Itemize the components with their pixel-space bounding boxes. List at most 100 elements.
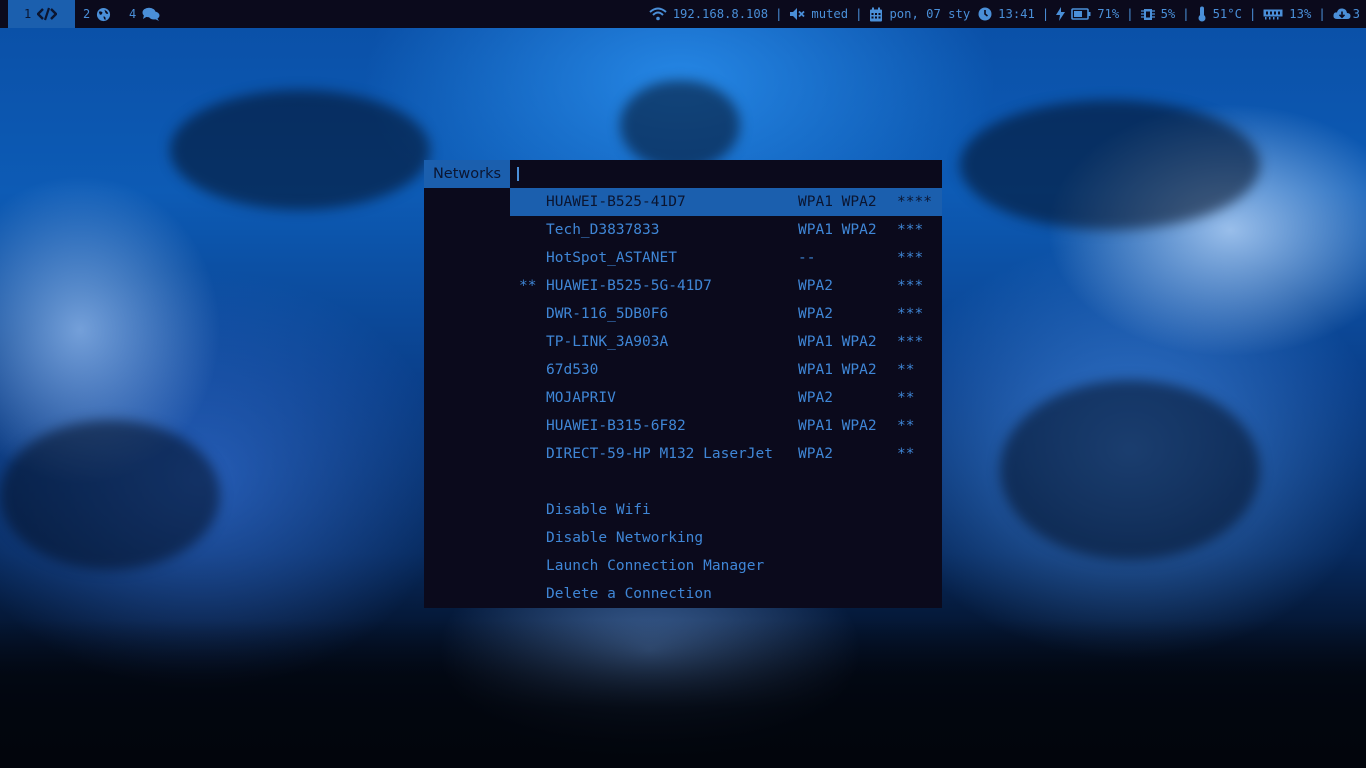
menu-prompt: Networks [424, 160, 510, 188]
network-ssid: HUAWEI-B315-6F82 [546, 418, 686, 434]
clock-icon [978, 7, 992, 21]
network-security: WPA2 [798, 390, 833, 406]
network-ssid: DIRECT-59-HP M132 LaserJet [546, 446, 773, 462]
network-security: WPA2 [798, 446, 833, 462]
temperature-value: 51°C [1212, 7, 1242, 21]
network-signal: ** [897, 362, 915, 378]
action-entry[interactable]: Delete a Connection [510, 580, 942, 608]
memory-icon [1263, 8, 1283, 20]
cpu-icon [1140, 7, 1155, 22]
memory-module[interactable]: 13% [1263, 0, 1311, 28]
menu-search-input[interactable] [510, 160, 936, 188]
network-security: WPA2 [798, 306, 833, 322]
ip-address: 192.168.8.108 [672, 7, 769, 21]
network-ssid: HotSpot_ASTANET [546, 250, 677, 266]
network-signal: ** [897, 446, 915, 462]
time-module[interactable]: 13:41 [978, 0, 1035, 28]
network-ssid: 67d530 [546, 362, 599, 378]
updates-count: 3 [1352, 7, 1360, 21]
cpu-usage: 5% [1160, 7, 1176, 21]
network-entry[interactable]: HUAWEI-B525-41D7 WPA1 WPA2 **** [510, 188, 942, 216]
separator: | [1041, 7, 1050, 21]
status-modules: 192.168.8.108 | muted | pon, 07 sty 13:4… [649, 0, 1366, 28]
workspace-number: 1 [24, 7, 32, 21]
cloud-download-icon [1333, 7, 1351, 21]
network-signal: *** [897, 250, 924, 266]
thermometer-icon [1197, 6, 1207, 22]
network-signal: **** [897, 194, 932, 210]
network-entry[interactable]: MOJAPRIV WPA2 ** [510, 384, 942, 412]
date-text: pon, 07 sty [889, 7, 971, 21]
network-signal: *** [897, 222, 924, 238]
network-entry[interactable]: DIRECT-59-HP M132 LaserJet WPA2 ** [510, 440, 942, 468]
network-ssid: HUAWEI-B525-41D7 [546, 194, 686, 210]
network-menu: Networks HUAWEI-B525-41D7 WPA1 WPA2 **** Te… [424, 160, 942, 608]
code-icon [37, 7, 58, 21]
network-entry[interactable]: Tech_D3837833 WPA1 WPA2 *** [510, 216, 942, 244]
network-signal: ** [897, 418, 915, 434]
battery-level: 71% [1097, 7, 1120, 21]
wifi-icon [649, 7, 667, 21]
top-bar: 1 2 4 192.168.8.108 | muted | pon, 07 st… [0, 0, 1366, 28]
action-entry[interactable]: Disable Networking [510, 524, 942, 552]
action-entry[interactable]: Disable Wifi [510, 496, 942, 524]
bolt-icon [1056, 7, 1066, 21]
calendar-icon [869, 7, 883, 22]
volume-muted-icon [789, 7, 806, 21]
updates-module[interactable]: 3 [1333, 0, 1360, 28]
network-security: WPA1 WPA2 [798, 194, 877, 210]
separator: | [1182, 7, 1190, 21]
network-ssid: MOJAPRIV [546, 390, 616, 406]
separator: | [1318, 7, 1326, 21]
battery-icon [1071, 8, 1091, 20]
workspace-2-button[interactable]: 2 [83, 0, 111, 28]
network-entry[interactable]: HUAWEI-B315-6F82 WPA1 WPA2 ** [510, 412, 942, 440]
network-ssid: DWR-116_5DB0F6 [546, 306, 669, 322]
network-module[interactable]: 192.168.8.108 [649, 0, 768, 28]
workspace-4-button[interactable]: 4 [129, 0, 160, 28]
network-entry[interactable]: ** HUAWEI-B525-5G-41D7 WPA2 *** [510, 272, 942, 300]
network-entry[interactable]: HotSpot_ASTANET -- *** [510, 244, 942, 272]
separator: | [855, 7, 863, 21]
date-module[interactable]: pon, 07 sty [869, 0, 970, 28]
time-text: 13:41 [998, 7, 1035, 21]
separator: | [1248, 7, 1257, 21]
network-ssid: HUAWEI-B525-5G-41D7 [546, 278, 712, 294]
network-active-mark: ** [519, 278, 537, 294]
cpu-module[interactable]: 5% [1140, 0, 1176, 28]
memory-usage: 13% [1289, 7, 1312, 21]
network-signal: ** [897, 390, 915, 406]
network-entry[interactable]: 67d530 WPA1 WPA2 ** [510, 356, 942, 384]
action-label: Disable Networking [546, 530, 704, 546]
volume-status: muted [811, 7, 849, 21]
menu-entries: HUAWEI-B525-41D7 WPA1 WPA2 **** Tech_D38378… [510, 188, 942, 608]
network-signal: *** [897, 334, 924, 350]
network-security: WPA1 WPA2 [798, 334, 877, 350]
workspace-1-button[interactable]: 1 [8, 0, 75, 28]
menu-prompt-row: Networks [424, 160, 942, 188]
volume-module[interactable]: muted [789, 0, 848, 28]
workspace-number: 4 [129, 7, 137, 21]
action-entry[interactable]: Launch Connection Manager [510, 552, 942, 580]
separator: | [775, 7, 783, 21]
network-ssid: TP-LINK_3A903A [546, 334, 669, 350]
network-security: WPA1 WPA2 [798, 418, 877, 434]
temperature-module[interactable]: 51°C [1197, 0, 1242, 28]
network-security: WPA2 [798, 278, 833, 294]
separator: | [1126, 7, 1134, 21]
globe-icon [96, 7, 111, 22]
action-label: Disable Wifi [546, 502, 651, 518]
network-security: WPA1 WPA2 [798, 362, 877, 378]
network-security: WPA1 WPA2 [798, 222, 877, 238]
workspace-number: 2 [83, 7, 91, 21]
comments-icon [142, 7, 160, 21]
network-signal: *** [897, 278, 924, 294]
network-signal: *** [897, 306, 924, 322]
action-label: Delete a Connection [546, 586, 712, 602]
action-label: Launch Connection Manager [546, 558, 765, 574]
network-ssid: Tech_D3837833 [546, 222, 660, 238]
network-entry[interactable]: DWR-116_5DB0F6 WPA2 *** [510, 300, 942, 328]
text-cursor [517, 167, 519, 181]
battery-module[interactable]: 71% [1056, 0, 1119, 28]
network-entry[interactable]: TP-LINK_3A903A WPA1 WPA2 *** [510, 328, 942, 356]
